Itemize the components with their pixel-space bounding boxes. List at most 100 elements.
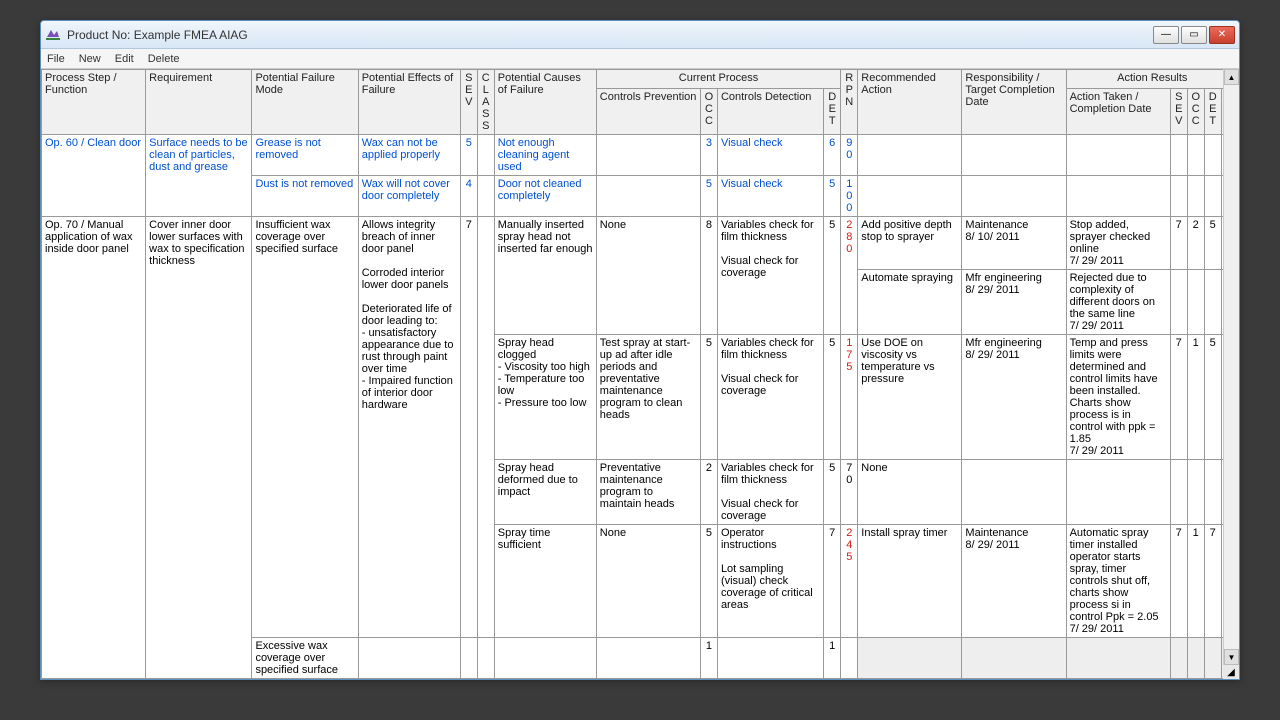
cell[interactable]: 1 — [700, 638, 717, 679]
cell[interactable]: 5 — [700, 335, 717, 460]
close-button[interactable]: ✕ — [1209, 26, 1235, 44]
cell[interactable] — [1066, 460, 1170, 525]
cell[interactable]: Mfr engineering 8/ 29/ 2011 — [962, 335, 1066, 460]
cell[interactable]: 175 — [841, 335, 858, 460]
cell[interactable]: 100 — [841, 176, 858, 217]
cell[interactable]: Operator instructions Lot sampling (visu… — [717, 525, 823, 638]
cell[interactable] — [841, 638, 858, 679]
vertical-scrollbar[interactable]: ▲ ▼ — [1223, 69, 1239, 665]
cell[interactable] — [858, 176, 962, 217]
cell[interactable]: Variables check for film thickness Visua… — [717, 460, 823, 525]
menu-new[interactable]: New — [79, 53, 101, 65]
hdr-resp[interactable]: Responsibility / Target Completion Date — [962, 70, 1066, 135]
cell[interactable] — [494, 638, 596, 679]
cell[interactable]: 7 — [824, 525, 841, 638]
scroll-up-icon[interactable]: ▲ — [1224, 69, 1239, 85]
hdr-causes[interactable]: Potential Causes of Failure — [494, 70, 596, 135]
cell[interactable]: Maintenance 8/ 29/ 2011 — [962, 525, 1066, 638]
cell[interactable] — [477, 638, 494, 679]
cell[interactable]: Surface needs to be clean of particles, … — [146, 135, 252, 217]
cell[interactable] — [1066, 176, 1170, 217]
cell[interactable]: Op. 70 / Manual application of wax insid… — [42, 217, 146, 679]
cell[interactable] — [1170, 270, 1187, 335]
cell[interactable]: Allows integrity breach of inner door pa… — [358, 217, 460, 638]
cell[interactable] — [1187, 135, 1204, 176]
cell[interactable] — [1066, 135, 1170, 176]
cell[interactable]: Maintenance 8/ 10/ 2011 — [962, 217, 1066, 270]
cell[interactable] — [1187, 176, 1204, 217]
cell[interactable] — [596, 176, 700, 217]
cell[interactable]: 3 — [700, 135, 717, 176]
cell[interactable]: 4 — [460, 176, 477, 217]
cell[interactable] — [1187, 638, 1204, 679]
cell[interactable] — [962, 135, 1066, 176]
hdr-det2[interactable]: D E T — [1204, 89, 1221, 135]
cell[interactable]: 6 — [824, 135, 841, 176]
hdr-det[interactable]: D E T — [824, 89, 841, 135]
cell[interactable] — [477, 217, 494, 638]
cell[interactable]: 2 — [700, 460, 717, 525]
cell[interactable] — [460, 638, 477, 679]
cell[interactable] — [962, 176, 1066, 217]
cell[interactable] — [1204, 135, 1221, 176]
cell[interactable] — [858, 135, 962, 176]
cell[interactable] — [1170, 638, 1187, 679]
cell[interactable]: Variables check for film thickness Visua… — [717, 335, 823, 460]
cell[interactable]: Door not cleaned completely — [494, 176, 596, 217]
cell[interactable] — [1170, 176, 1187, 217]
cell[interactable]: 5 — [824, 335, 841, 460]
cell[interactable]: 7 — [460, 217, 477, 638]
hdr-sev2[interactable]: S E V — [1170, 89, 1187, 135]
cell[interactable]: Rejected due to complexity of different … — [1066, 270, 1170, 335]
cell[interactable]: 7 — [1170, 217, 1187, 270]
cell[interactable]: Not enough cleaning agent used — [494, 135, 596, 176]
cell[interactable] — [1170, 135, 1187, 176]
hdr-current[interactable]: Current Process — [596, 70, 840, 89]
scroll-down-icon[interactable]: ▼ — [1224, 649, 1239, 665]
cell[interactable] — [962, 460, 1066, 525]
cell[interactable]: Excessive wax coverage over specified su… — [252, 638, 358, 679]
cell[interactable]: Use DOE on viscosity vs temperature vs p… — [858, 335, 962, 460]
cell[interactable]: 5 — [700, 525, 717, 638]
cell[interactable]: Insufficient wax coverage over specified… — [252, 217, 358, 638]
cell[interactable]: Wax will not cover door completely — [358, 176, 460, 217]
cell[interactable]: Spray head deformed due to impact — [494, 460, 596, 525]
hdr-occ2[interactable]: O C C — [1187, 89, 1204, 135]
titlebar[interactable]: Product No: Example FMEA AIAG — ▭ ✕ — [41, 21, 1239, 49]
cell[interactable]: Grease is not removed — [252, 135, 358, 176]
cell[interactable]: None — [858, 460, 962, 525]
cell[interactable]: Preventative maintenance program to main… — [596, 460, 700, 525]
cell[interactable] — [358, 638, 460, 679]
cell[interactable]: 8 — [700, 217, 717, 335]
cell[interactable]: 280 — [841, 217, 858, 335]
table-row[interactable]: Op. 70 / Manual application of wax insid… — [42, 217, 1239, 270]
hdr-results[interactable]: Action Results — [1066, 70, 1238, 89]
hdr-req[interactable]: Requirement — [146, 70, 252, 135]
cell[interactable] — [477, 135, 494, 176]
resize-handle-icon[interactable]: ◢ — [1223, 665, 1239, 679]
hdr-class[interactable]: C L A S S — [477, 70, 494, 135]
cell[interactable]: None — [596, 217, 700, 335]
hdr-recommend[interactable]: Recommended Action — [858, 70, 962, 135]
cell[interactable]: 5 — [700, 176, 717, 217]
cell[interactable] — [1187, 270, 1204, 335]
hdr-effects[interactable]: Potential Effects of Failure — [358, 70, 460, 135]
cell[interactable] — [717, 638, 823, 679]
menu-delete[interactable]: Delete — [148, 53, 180, 65]
cell[interactable]: Cover inner door lower surfaces with wax… — [146, 217, 252, 679]
cell[interactable]: Manually inserted spray head not inserte… — [494, 217, 596, 335]
cell[interactable]: 1 — [1187, 525, 1204, 638]
maximize-button[interactable]: ▭ — [1181, 26, 1207, 44]
cell[interactable] — [858, 638, 962, 679]
cell[interactable]: Spray time sufficient — [494, 525, 596, 638]
cell[interactable] — [1204, 176, 1221, 217]
cell[interactable]: Visual check — [717, 176, 823, 217]
cell[interactable]: Variables check for film thickness Visua… — [717, 217, 823, 335]
cell[interactable]: Mfr engineering 8/ 29/ 2011 — [962, 270, 1066, 335]
cell[interactable]: Automate spraying — [858, 270, 962, 335]
hdr-process[interactable]: Process Step / Function — [42, 70, 146, 135]
hdr-occ[interactable]: O C C — [700, 89, 717, 135]
cell[interactable] — [1066, 638, 1170, 679]
hdr-sev[interactable]: S E V — [460, 70, 477, 135]
cell[interactable]: 5 — [1204, 335, 1221, 460]
